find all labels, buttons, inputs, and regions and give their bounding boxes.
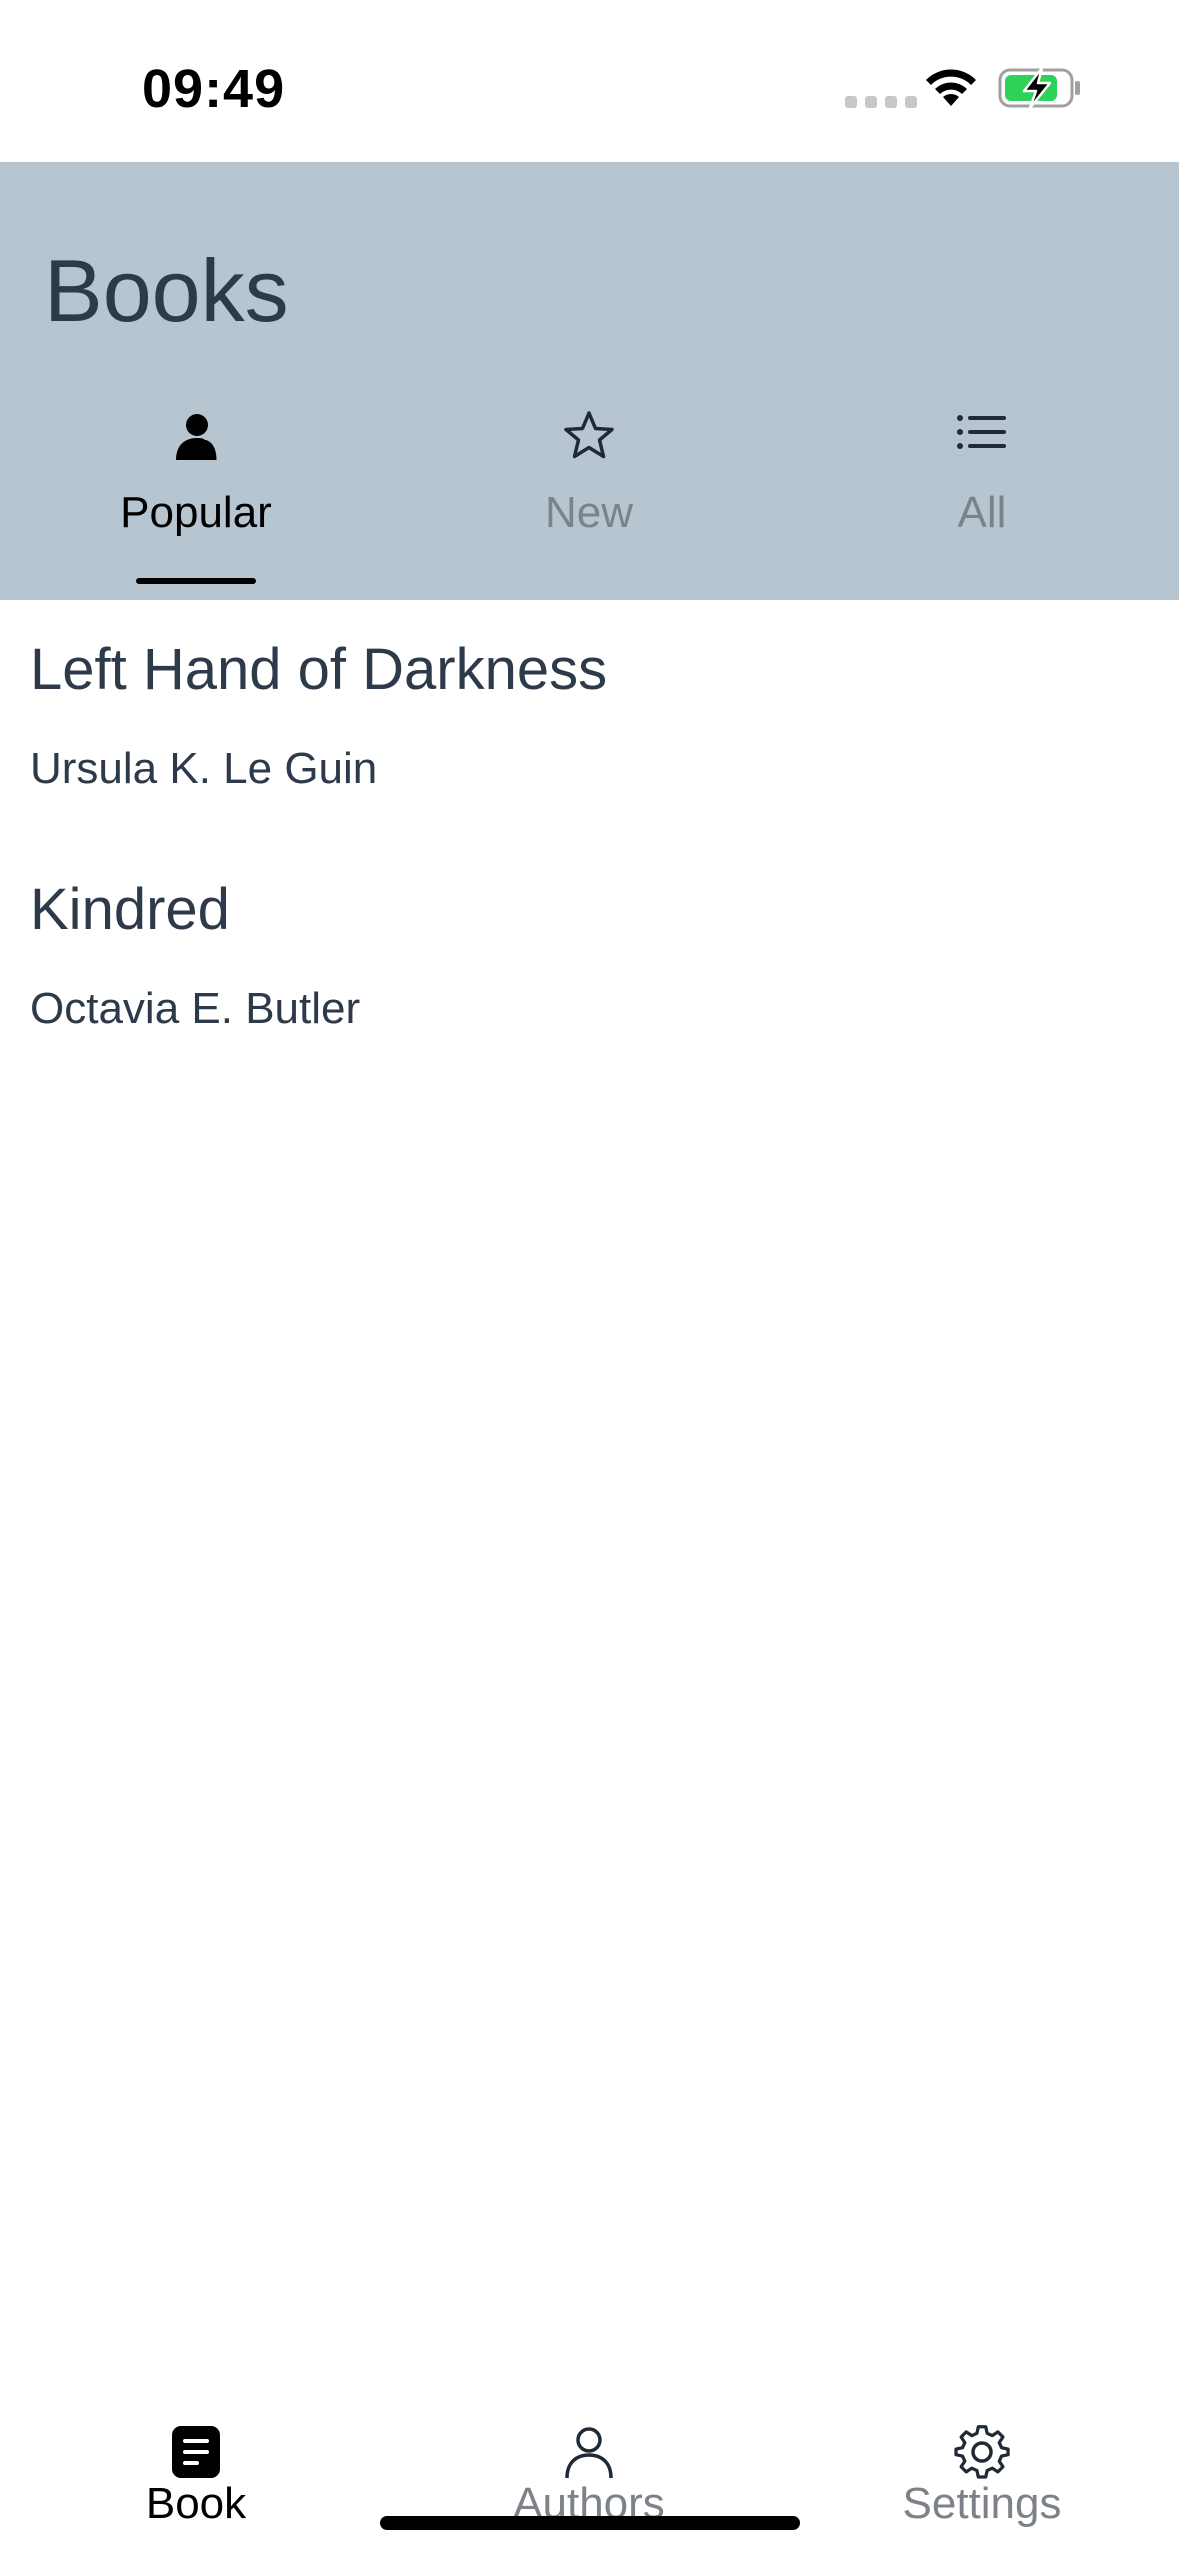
status-time: 09:49 bbox=[142, 59, 286, 119]
star-icon bbox=[564, 411, 614, 459]
person-icon bbox=[176, 414, 220, 461]
book-author: Octavia E. Butler bbox=[30, 984, 361, 1033]
screen: 09:49 Books Popular New All Left Hand of… bbox=[0, 0, 1179, 2556]
book-title: Kindred bbox=[30, 877, 230, 942]
bottom-tab-settings[interactable]: Settings bbox=[862, 2424, 1102, 2528]
bottom-tab-book[interactable]: Book bbox=[76, 2424, 316, 2528]
person-outline-icon bbox=[565, 2427, 613, 2479]
book-icon bbox=[172, 2426, 220, 2478]
book-author: Ursula K. Le Guin bbox=[30, 744, 378, 793]
bottom-tab-bar: Book Authors Settings bbox=[0, 2400, 1179, 2556]
wifi-icon bbox=[926, 69, 976, 106]
list-item[interactable]: Kindred Octavia E. Butler bbox=[0, 840, 1179, 1080]
tab-all-label: All bbox=[957, 488, 1007, 537]
page-title: Books bbox=[44, 241, 289, 340]
book-list: Left Hand of Darkness Ursula K. Le Guin … bbox=[0, 600, 1179, 1080]
signal-dots-icon bbox=[845, 96, 917, 108]
header: Books Popular New All bbox=[0, 162, 1179, 600]
gear-icon bbox=[954, 2425, 1010, 2479]
status-bar: 09:49 bbox=[0, 0, 1179, 162]
tab-popular[interactable]: Popular bbox=[76, 408, 316, 598]
battery-charging-icon bbox=[998, 66, 1080, 110]
home-indicator[interactable] bbox=[380, 2516, 800, 2530]
bottom-tab-book-label: Book bbox=[145, 2479, 247, 2528]
bottom-tab-settings-label: Settings bbox=[902, 2479, 1062, 2528]
tab-popular-label: Popular bbox=[120, 488, 272, 537]
tab-new-label: New bbox=[544, 488, 634, 537]
book-title: Left Hand of Darkness bbox=[30, 637, 608, 702]
bottom-tab-authors[interactable]: Authors bbox=[469, 2424, 709, 2528]
list-icon bbox=[957, 415, 1006, 449]
active-tab-indicator bbox=[136, 578, 256, 584]
tab-new[interactable]: New bbox=[469, 408, 709, 598]
list-item[interactable]: Left Hand of Darkness Ursula K. Le Guin bbox=[0, 600, 1179, 840]
tab-all[interactable]: All bbox=[862, 408, 1102, 598]
